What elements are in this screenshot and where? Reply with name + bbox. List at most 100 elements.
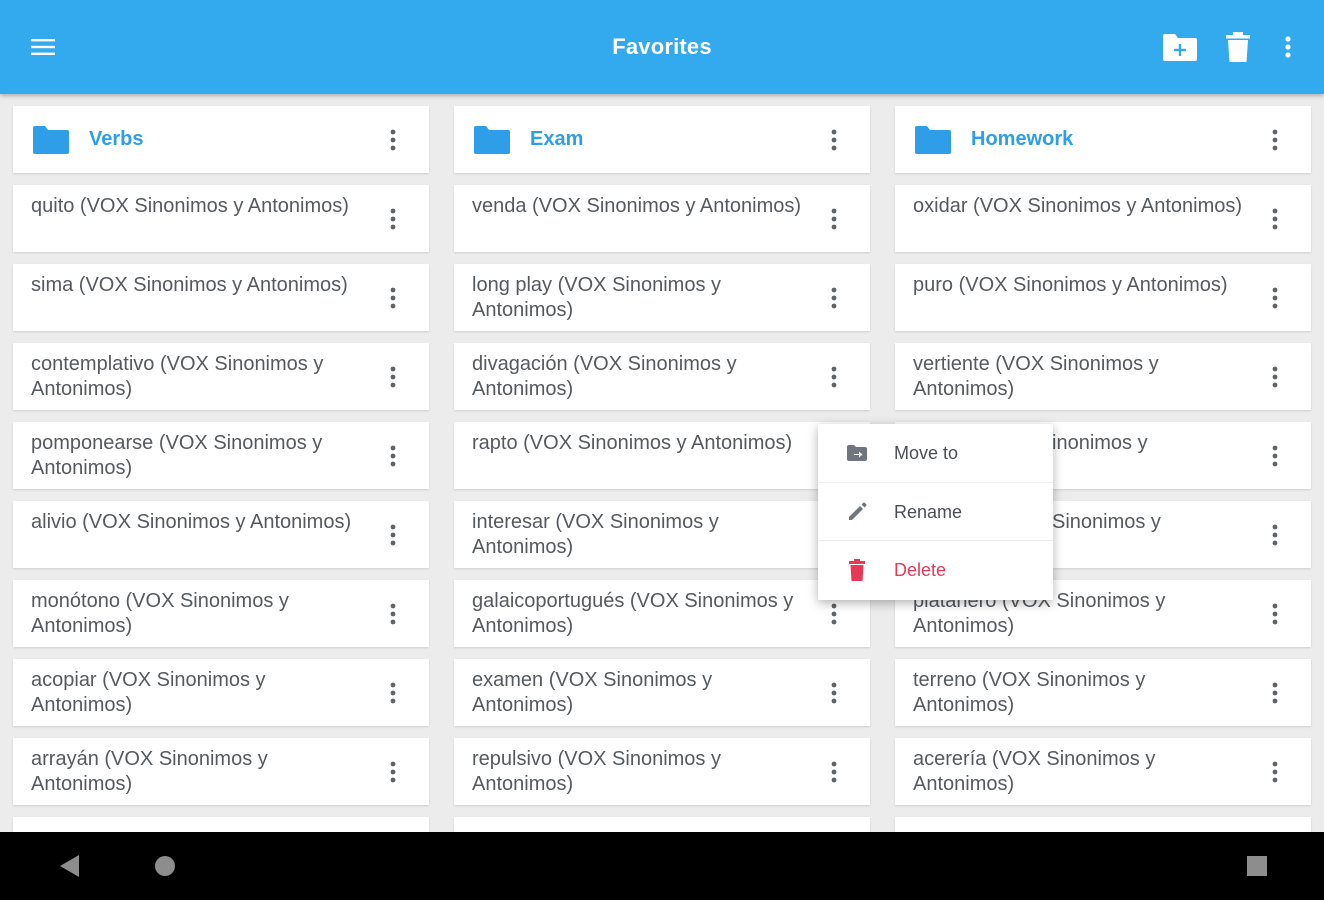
menu-item-label: Move to	[894, 443, 959, 463]
list-item-text: pomponearse (VOX Sinonimos y Antonimos)	[31, 432, 323, 479]
menu-item-rename[interactable]: Rename	[818, 483, 1053, 542]
page-title: Favorites	[612, 34, 712, 59]
list-item[interactable]: sima (VOX Sinonimos y Antonimos)	[13, 264, 429, 331]
app-bar: Favorites	[0, 0, 1324, 94]
home-button[interactable]	[148, 849, 182, 883]
list-item-text: galaicoportugués (VOX Sinonimos y Antoni…	[472, 590, 794, 637]
list-item-partial[interactable]	[13, 817, 429, 832]
list-item[interactable]: long play (VOX Sinonimos y Antonimos)	[454, 264, 870, 331]
more-vert-icon[interactable]	[381, 442, 405, 470]
menu-item-move-to[interactable]: Move to	[818, 424, 1053, 483]
more-vert-icon[interactable]	[1263, 205, 1287, 233]
more-vert-icon[interactable]	[822, 679, 846, 707]
list-item[interactable]: divagación (VOX Sinonimos y Antonimos)	[454, 343, 870, 410]
list-item-text: venda (VOX Sinonimos y Antonimos)	[472, 195, 802, 217]
trash-icon	[846, 559, 868, 582]
list-item[interactable]: acopiar (VOX Sinonimos y Antonimos)	[13, 659, 429, 726]
list-item[interactable]: repulsivo (VOX Sinonimos y Antonimos)	[454, 738, 870, 805]
menu-item-label: Rename	[894, 501, 963, 522]
folder-card[interactable]: Exam	[454, 106, 870, 173]
more-vert-icon[interactable]	[822, 126, 846, 154]
folder-name: Exam	[530, 128, 584, 150]
list-item-partial[interactable]	[895, 817, 1311, 832]
list-item[interactable]: arrayán (VOX Sinonimos y Antonimos)	[13, 738, 429, 805]
list-item[interactable]: puro (VOX Sinonimos y Antonimos)	[895, 264, 1311, 331]
more-vert-icon[interactable]	[1263, 679, 1287, 707]
back-triangle-icon	[60, 855, 79, 877]
list-item-text: examen (VOX Sinonimos y Antonimos)	[472, 669, 713, 716]
more-vert-icon[interactable]	[381, 284, 405, 312]
folder-card[interactable]: Homework	[895, 106, 1311, 173]
list-item[interactable]: oxidar (VOX Sinonimos y Antonimos)	[895, 185, 1311, 252]
more-vert-icon[interactable]	[822, 284, 846, 312]
context-menu: Move to Rename Delete	[818, 424, 1053, 600]
list-item-text: terreno (VOX Sinonimos y Antonimos)	[913, 669, 1146, 716]
list-item-text: sima (VOX Sinonimos y Antonimos)	[31, 274, 348, 296]
more-vert-icon[interactable]	[822, 363, 846, 391]
menu-item-delete[interactable]: Delete	[818, 541, 1053, 600]
back-button[interactable]	[52, 849, 86, 883]
list-item-text: interesar (VOX Sinonimos y Antonimos)	[472, 511, 719, 558]
more-vert-icon[interactable]	[381, 679, 405, 707]
system-nav-bar	[0, 832, 1324, 900]
list-item-text: repulsivo (VOX Sinonimos y Antonimos)	[472, 748, 721, 795]
more-vert-icon[interactable]	[1263, 284, 1287, 312]
list-item[interactable]: interesar (VOX Sinonimos y Antonimos)	[454, 501, 870, 568]
recents-button[interactable]	[1240, 849, 1274, 883]
more-vert-icon[interactable]	[381, 600, 405, 628]
move-to-folder-icon	[846, 442, 868, 464]
more-vert-icon[interactable]	[822, 758, 846, 786]
list-item[interactable]: rapto (VOX Sinonimos y Antonimos)	[454, 422, 870, 489]
menu-item-label: Delete	[894, 560, 947, 581]
column-verbs: Verbs quito (VOX Sinonimos y Antonimos) si…	[13, 106, 429, 832]
list-item-partial[interactable]	[454, 817, 870, 832]
list-item[interactable]: acerería (VOX Sinonimos y Antonimos)	[895, 738, 1311, 805]
home-circle-icon	[155, 856, 175, 876]
list-item-text: oxidar (VOX Sinonimos y Antonimos)	[913, 195, 1243, 217]
more-vert-icon[interactable]	[1263, 521, 1287, 549]
list-item[interactable]: examen (VOX Sinonimos y Antonimos)	[454, 659, 870, 726]
list-item-text: monótono (VOX Sinonimos y Antonimos)	[31, 590, 289, 637]
list-item[interactable]: quito (VOX Sinonimos y Antonimos)	[13, 185, 429, 252]
more-vert-icon[interactable]	[1263, 600, 1287, 628]
folder-card[interactable]: Verbs	[13, 106, 429, 173]
more-vert-icon[interactable]	[822, 600, 846, 628]
column-exam: Exam venda (VOX Sinonimos y Antonimos) lon…	[454, 106, 870, 832]
delete-button[interactable]	[1216, 25, 1260, 69]
more-vert-icon[interactable]	[381, 126, 405, 154]
more-vert-icon[interactable]	[1263, 442, 1287, 470]
trash-icon	[1226, 32, 1250, 62]
list-item[interactable]: monótono (VOX Sinonimos y Antonimos)	[13, 580, 429, 647]
folder-icon	[914, 125, 952, 155]
folder-name: Verbs	[89, 128, 144, 150]
list-item[interactable]: contemplativo (VOX Sinonimos y Antonimos…	[13, 343, 429, 410]
list-item-text: rapto (VOX Sinonimos y Antonimos)	[472, 432, 793, 454]
list-item[interactable]: vertiente (VOX Sinonimos y Antonimos)	[895, 343, 1311, 410]
more-vert-icon[interactable]	[381, 363, 405, 391]
list-item-text: long play (VOX Sinonimos y Antonimos)	[472, 274, 722, 321]
favorites-grid: Verbs quito (VOX Sinonimos y Antonimos) si…	[0, 94, 1324, 832]
pencil-icon	[846, 501, 868, 523]
more-vert-icon[interactable]	[1263, 126, 1287, 154]
more-vert-icon[interactable]	[822, 205, 846, 233]
overflow-menu-button[interactable]	[1270, 25, 1306, 69]
more-vert-icon[interactable]	[381, 758, 405, 786]
more-vert-icon[interactable]	[381, 521, 405, 549]
list-item[interactable]: galaicoportugués (VOX Sinonimos y Antoni…	[454, 580, 870, 647]
list-item[interactable]: alivio (VOX Sinonimos y Antonimos)	[13, 501, 429, 568]
more-vert-icon[interactable]	[381, 205, 405, 233]
new-folder-icon	[1163, 34, 1197, 61]
folder-icon	[473, 125, 511, 155]
new-folder-button[interactable]	[1156, 25, 1204, 69]
more-vert-icon[interactable]	[1263, 363, 1287, 391]
list-item[interactable]: venda (VOX Sinonimos y Antonimos)	[454, 185, 870, 252]
folder-icon	[32, 125, 70, 155]
list-item[interactable]: terreno (VOX Sinonimos y Antonimos)	[895, 659, 1311, 726]
more-vert-icon[interactable]	[1263, 758, 1287, 786]
list-item-text: divagación (VOX Sinonimos y Antonimos)	[472, 353, 737, 400]
list-item-text: puro (VOX Sinonimos y Antonimos)	[913, 274, 1228, 296]
list-item-text: Sinonimos y	[1052, 511, 1161, 533]
list-item-text: quito (VOX Sinonimos y Antonimos)	[31, 195, 349, 217]
list-item[interactable]: pomponearse (VOX Sinonimos y Antonimos)	[13, 422, 429, 489]
list-item-text: alivio (VOX Sinonimos y Antonimos)	[31, 511, 352, 533]
